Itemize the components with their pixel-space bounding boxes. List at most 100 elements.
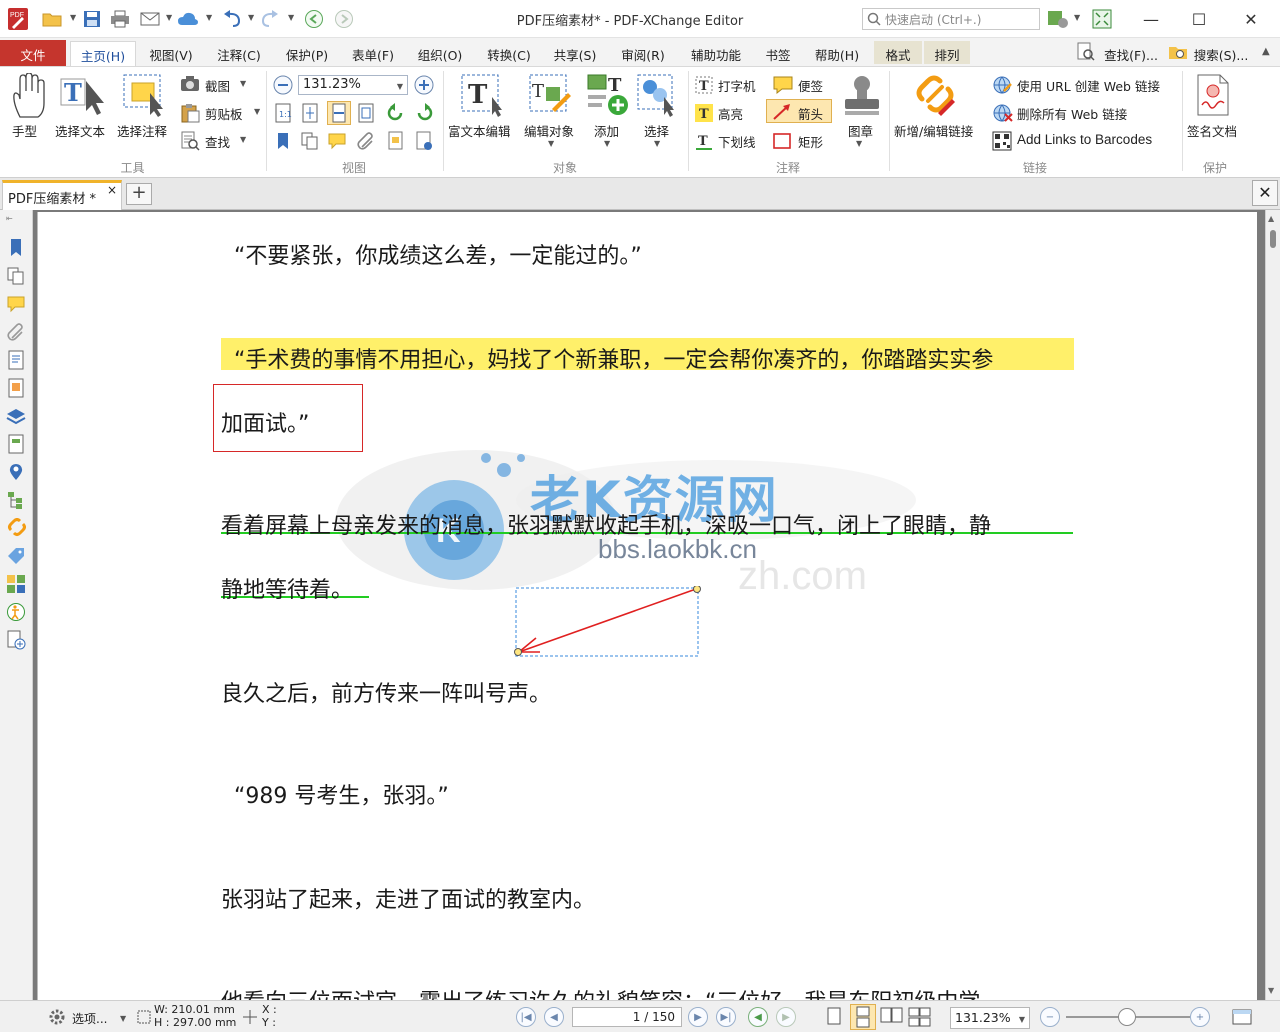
fit-visible-icon[interactable] [356, 103, 376, 123]
properties-icon[interactable] [6, 378, 26, 398]
content-icon[interactable] [6, 350, 26, 370]
rectangle-label[interactable]: 矩形 [798, 132, 823, 151]
save-icon[interactable] [80, 7, 104, 31]
undo-dropdown-icon[interactable]: ▼ [248, 13, 254, 22]
forward-icon[interactable] [332, 7, 356, 31]
menu-find[interactable]: 查找(F)... [1098, 41, 1164, 64]
redo-icon[interactable] [258, 7, 282, 31]
last-page-icon[interactable]: ▶| [716, 1007, 736, 1027]
typewriter-label[interactable]: 打字机 [718, 76, 756, 95]
snapshot-icon[interactable] [180, 75, 200, 93]
zoom-slider-thumb[interactable] [1118, 1008, 1136, 1026]
options-gear-icon[interactable] [48, 1008, 66, 1026]
continuous-page-button[interactable] [850, 1004, 876, 1030]
add-link-icon[interactable] [912, 73, 956, 117]
customize-icon[interactable] [1046, 7, 1070, 31]
rotate-right-icon[interactable] [414, 103, 434, 123]
zoom-out-icon[interactable] [273, 75, 293, 95]
barcode-links-label[interactable]: Add Links to Barcodes [1017, 132, 1152, 147]
sign-document-icon[interactable] [1196, 73, 1232, 117]
layers-icon[interactable] [6, 406, 26, 426]
reading-order-icon[interactable] [6, 574, 26, 594]
zoom-in-icon[interactable] [414, 75, 434, 95]
edit-object-icon[interactable]: T [528, 73, 572, 117]
sticky-note-icon[interactable] [772, 75, 794, 95]
edit-object-dropdown-icon[interactable]: ▼ [548, 139, 554, 148]
stamp-icon[interactable] [842, 73, 882, 117]
open-folder-icon[interactable] [40, 7, 64, 31]
menu-help[interactable]: 帮助(H) [804, 41, 870, 64]
single-page-icon[interactable] [826, 1007, 842, 1027]
next-page-icon[interactable]: ▶ [688, 1007, 708, 1027]
arrow-annotation[interactable] [514, 586, 704, 660]
next-view-icon[interactable]: ▶ [776, 1007, 796, 1027]
quick-launch-search[interactable]: 快速启动 (Ctrl+.) [862, 8, 1040, 30]
menu-search[interactable]: 搜索(S)... [1188, 41, 1254, 64]
document-tab[interactable]: PDF压缩素材 * × [2, 180, 122, 210]
close-document-icon[interactable]: ✕ [1252, 180, 1278, 206]
attachments-panel-icon[interactable] [356, 131, 376, 151]
previous-page-icon[interactable]: ◀ [544, 1007, 564, 1027]
menu-comment[interactable]: 注释(C) [208, 41, 270, 64]
delete-web-links-icon[interactable] [992, 103, 1014, 123]
maximize-button[interactable]: ☐ [1174, 0, 1224, 38]
previous-view-icon[interactable]: ◀ [748, 1007, 768, 1027]
create-web-links-label[interactable]: 使用 URL 创建 Web 链接 [1017, 76, 1160, 95]
menu-convert[interactable]: 转换(C) [476, 41, 542, 64]
comments-icon[interactable] [6, 294, 26, 314]
properties-panel-icon[interactable] [414, 131, 434, 151]
find-dropdown-icon[interactable]: ▼ [240, 135, 246, 144]
scroll-up-icon[interactable]: ▲ [1268, 214, 1274, 223]
new-tab-button[interactable]: + [126, 183, 152, 205]
fit-page-icon[interactable] [300, 103, 320, 123]
menu-arrange[interactable]: 排列 [924, 41, 970, 64]
undo-icon[interactable] [220, 7, 244, 31]
vertical-scrollbar[interactable]: ▲ ▼ [1265, 210, 1280, 1000]
document-view[interactable]: K 老K资源网 bbs.laokbk.cn zh.com “不要紧张，你成绩这么… [33, 210, 1265, 1000]
rich-text-edit-icon[interactable]: T [460, 73, 504, 117]
rotate-left-icon[interactable] [386, 103, 406, 123]
menu-share[interactable]: 共享(S) [544, 41, 606, 64]
customize-dropdown-icon[interactable]: ▼ [1074, 13, 1080, 22]
zoom-level-combo[interactable]: 131.23% ▼ [298, 75, 408, 95]
articles-icon[interactable] [6, 434, 26, 454]
arrow-tool-icon[interactable] [772, 103, 792, 121]
close-tab-icon[interactable]: × [107, 183, 117, 197]
destinations-icon[interactable] [6, 462, 26, 482]
menu-organize[interactable]: 组织(O) [408, 41, 472, 64]
menu-bookmarks[interactable]: 书签 [756, 41, 800, 64]
continuous-facing-icon[interactable] [908, 1007, 932, 1027]
find-tool-icon[interactable] [180, 131, 200, 151]
email-dropdown-icon[interactable]: ▼ [166, 13, 172, 22]
structure-icon[interactable] [6, 490, 26, 510]
links-icon[interactable] [6, 518, 26, 538]
tags-icon[interactable] [6, 546, 26, 566]
options-label[interactable]: 选项... [72, 1010, 107, 1027]
menu-format[interactable]: 格式 [874, 41, 922, 64]
snapshot-label[interactable]: 截图 [205, 76, 230, 95]
status-zoom-dropdown-icon[interactable]: ▼ [1019, 1015, 1025, 1024]
typewriter-icon[interactable]: T [694, 75, 714, 95]
select-object-dropdown-icon[interactable]: ▼ [654, 139, 660, 148]
pdf-page[interactable]: K 老K资源网 bbs.laokbk.cn zh.com “不要紧张，你成绩这么… [37, 212, 1257, 1000]
menu-file[interactable]: 文件 [0, 40, 66, 66]
sticky-note-label[interactable]: 便签 [798, 76, 823, 95]
select-annotation-icon[interactable] [122, 73, 168, 117]
status-zoom-out-icon[interactable]: − [1040, 1007, 1060, 1027]
open-dropdown-icon[interactable]: ▼ [70, 13, 76, 22]
accessibility-check-icon[interactable] [6, 602, 26, 622]
find-tool-label[interactable]: 查找 [205, 132, 230, 151]
panel-toggle-icon[interactable] [1232, 1009, 1252, 1025]
clipboard-label[interactable]: 剪贴板 [205, 104, 243, 123]
signatures-icon[interactable] [6, 630, 26, 650]
scroll-down-icon[interactable]: ▼ [1268, 986, 1274, 995]
menu-form[interactable]: 表单(F) [342, 41, 404, 64]
barcode-link-icon[interactable] [992, 131, 1012, 151]
rectangle-icon[interactable] [772, 131, 792, 151]
attachments-icon[interactable] [6, 322, 26, 342]
page-number-field[interactable]: 1 / 150 [572, 1007, 682, 1027]
email-icon[interactable] [138, 7, 162, 31]
highlight-label[interactable]: 高亮 [718, 104, 743, 123]
bookmarks-panel-icon[interactable] [273, 131, 293, 151]
menu-view[interactable]: 视图(V) [140, 41, 202, 64]
